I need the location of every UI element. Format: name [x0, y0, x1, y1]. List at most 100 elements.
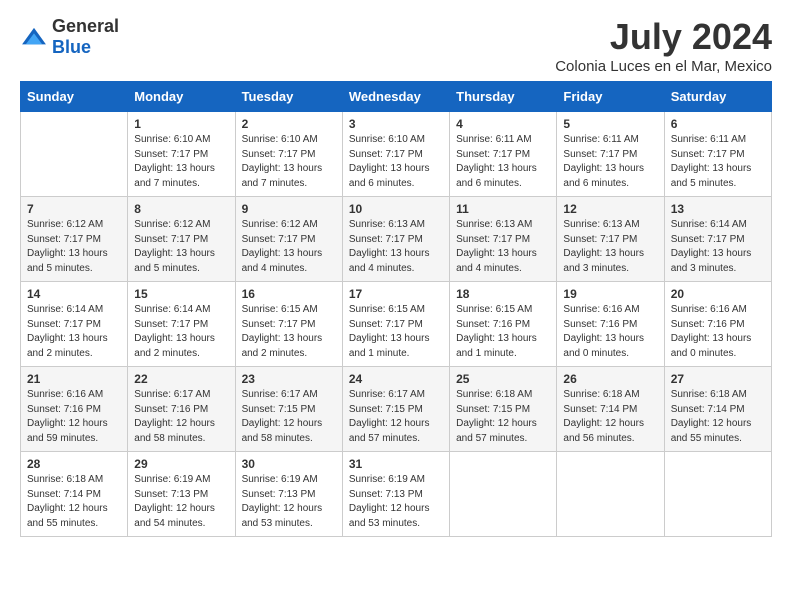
calendar-week-2: 7 Sunrise: 6:12 AMSunset: 7:17 PMDayligh… [21, 197, 772, 282]
day-number: 27 [671, 372, 765, 386]
calendar-cell: 16 Sunrise: 6:15 AMSunset: 7:17 PMDaylig… [235, 282, 342, 367]
calendar-cell: 10 Sunrise: 6:13 AMSunset: 7:17 PMDaylig… [342, 197, 449, 282]
calendar-cell: 18 Sunrise: 6:15 AMSunset: 7:16 PMDaylig… [450, 282, 557, 367]
day-info: Sunrise: 6:15 AMSunset: 7:17 PMDaylight:… [242, 304, 323, 359]
calendar-cell: 2 Sunrise: 6:10 AMSunset: 7:17 PMDayligh… [235, 112, 342, 197]
day-info: Sunrise: 6:13 AMSunset: 7:17 PMDaylight:… [349, 219, 430, 274]
day-info: Sunrise: 6:18 AMSunset: 7:14 PMDaylight:… [671, 389, 752, 444]
calendar-cell: 28 Sunrise: 6:18 AMSunset: 7:14 PMDaylig… [21, 452, 128, 537]
day-info: Sunrise: 6:17 AMSunset: 7:15 PMDaylight:… [349, 389, 430, 444]
calendar-cell: 7 Sunrise: 6:12 AMSunset: 7:17 PMDayligh… [21, 197, 128, 282]
calendar-cell: 30 Sunrise: 6:19 AMSunset: 7:13 PMDaylig… [235, 452, 342, 537]
day-number: 12 [563, 202, 657, 216]
day-number: 21 [27, 372, 121, 386]
day-info: Sunrise: 6:16 AMSunset: 7:16 PMDaylight:… [563, 304, 644, 359]
day-info: Sunrise: 6:13 AMSunset: 7:17 PMDaylight:… [563, 219, 644, 274]
day-number: 22 [134, 372, 228, 386]
calendar-cell [557, 452, 664, 537]
day-info: Sunrise: 6:19 AMSunset: 7:13 PMDaylight:… [349, 474, 430, 529]
day-number: 3 [349, 117, 443, 131]
day-number: 8 [134, 202, 228, 216]
day-info: Sunrise: 6:16 AMSunset: 7:16 PMDaylight:… [671, 304, 752, 359]
day-number: 28 [27, 457, 121, 471]
calendar-cell: 12 Sunrise: 6:13 AMSunset: 7:17 PMDaylig… [557, 197, 664, 282]
calendar-cell: 17 Sunrise: 6:15 AMSunset: 7:17 PMDaylig… [342, 282, 449, 367]
calendar-cell: 26 Sunrise: 6:18 AMSunset: 7:14 PMDaylig… [557, 367, 664, 452]
day-info: Sunrise: 6:12 AMSunset: 7:17 PMDaylight:… [134, 219, 215, 274]
calendar-cell: 6 Sunrise: 6:11 AMSunset: 7:17 PMDayligh… [664, 112, 771, 197]
calendar-cell: 5 Sunrise: 6:11 AMSunset: 7:17 PMDayligh… [557, 112, 664, 197]
day-info: Sunrise: 6:11 AMSunset: 7:17 PMDaylight:… [671, 134, 752, 189]
day-number: 2 [242, 117, 336, 131]
calendar-cell: 19 Sunrise: 6:16 AMSunset: 7:16 PMDaylig… [557, 282, 664, 367]
logo-text: General Blue [52, 16, 119, 58]
day-info: Sunrise: 6:10 AMSunset: 7:17 PMDaylight:… [242, 134, 323, 189]
calendar-cell: 14 Sunrise: 6:14 AMSunset: 7:17 PMDaylig… [21, 282, 128, 367]
day-info: Sunrise: 6:18 AMSunset: 7:14 PMDaylight:… [27, 474, 108, 529]
day-number: 20 [671, 287, 765, 301]
calendar-cell: 21 Sunrise: 6:16 AMSunset: 7:16 PMDaylig… [21, 367, 128, 452]
calendar-cell: 20 Sunrise: 6:16 AMSunset: 7:16 PMDaylig… [664, 282, 771, 367]
day-number: 23 [242, 372, 336, 386]
weekday-header-monday: Monday [128, 82, 235, 112]
day-number: 4 [456, 117, 550, 131]
day-info: Sunrise: 6:15 AMSunset: 7:16 PMDaylight:… [456, 304, 537, 359]
day-info: Sunrise: 6:11 AMSunset: 7:17 PMDaylight:… [456, 134, 537, 189]
calendar-cell: 11 Sunrise: 6:13 AMSunset: 7:17 PMDaylig… [450, 197, 557, 282]
calendar-cell: 15 Sunrise: 6:14 AMSunset: 7:17 PMDaylig… [128, 282, 235, 367]
day-number: 17 [349, 287, 443, 301]
day-number: 30 [242, 457, 336, 471]
calendar-week-5: 28 Sunrise: 6:18 AMSunset: 7:14 PMDaylig… [21, 452, 772, 537]
calendar-table: SundayMondayTuesdayWednesdayThursdayFrid… [20, 81, 772, 537]
calendar-cell: 25 Sunrise: 6:18 AMSunset: 7:15 PMDaylig… [450, 367, 557, 452]
day-number: 31 [349, 457, 443, 471]
day-info: Sunrise: 6:19 AMSunset: 7:13 PMDaylight:… [134, 474, 215, 529]
day-info: Sunrise: 6:14 AMSunset: 7:17 PMDaylight:… [671, 219, 752, 274]
calendar-cell [664, 452, 771, 537]
day-info: Sunrise: 6:13 AMSunset: 7:17 PMDaylight:… [456, 219, 537, 274]
calendar-cell: 27 Sunrise: 6:18 AMSunset: 7:14 PMDaylig… [664, 367, 771, 452]
calendar-cell: 8 Sunrise: 6:12 AMSunset: 7:17 PMDayligh… [128, 197, 235, 282]
day-number: 5 [563, 117, 657, 131]
day-info: Sunrise: 6:19 AMSunset: 7:13 PMDaylight:… [242, 474, 323, 529]
month-title: July 2024 [555, 16, 772, 58]
calendar-cell: 13 Sunrise: 6:14 AMSunset: 7:17 PMDaylig… [664, 197, 771, 282]
day-info: Sunrise: 6:14 AMSunset: 7:17 PMDaylight:… [27, 304, 108, 359]
logo-blue: Blue [52, 37, 91, 57]
day-info: Sunrise: 6:15 AMSunset: 7:17 PMDaylight:… [349, 304, 430, 359]
calendar-cell [21, 112, 128, 197]
day-number: 10 [349, 202, 443, 216]
calendar-cell: 22 Sunrise: 6:17 AMSunset: 7:16 PMDaylig… [128, 367, 235, 452]
day-number: 7 [27, 202, 121, 216]
calendar-week-4: 21 Sunrise: 6:16 AMSunset: 7:16 PMDaylig… [21, 367, 772, 452]
day-info: Sunrise: 6:17 AMSunset: 7:15 PMDaylight:… [242, 389, 323, 444]
day-info: Sunrise: 6:17 AMSunset: 7:16 PMDaylight:… [134, 389, 215, 444]
day-number: 25 [456, 372, 550, 386]
day-number: 9 [242, 202, 336, 216]
day-number: 6 [671, 117, 765, 131]
day-number: 11 [456, 202, 550, 216]
day-info: Sunrise: 6:10 AMSunset: 7:17 PMDaylight:… [349, 134, 430, 189]
weekday-header-friday: Friday [557, 82, 664, 112]
calendar-cell: 23 Sunrise: 6:17 AMSunset: 7:15 PMDaylig… [235, 367, 342, 452]
weekday-header-sunday: Sunday [21, 82, 128, 112]
calendar-cell: 31 Sunrise: 6:19 AMSunset: 7:13 PMDaylig… [342, 452, 449, 537]
calendar-cell: 29 Sunrise: 6:19 AMSunset: 7:13 PMDaylig… [128, 452, 235, 537]
calendar-cell: 4 Sunrise: 6:11 AMSunset: 7:17 PMDayligh… [450, 112, 557, 197]
weekday-header-tuesday: Tuesday [235, 82, 342, 112]
logo-general: General [52, 16, 119, 36]
page-header: General Blue July 2024 Colonia Luces en … [20, 16, 772, 75]
day-number: 29 [134, 457, 228, 471]
day-number: 18 [456, 287, 550, 301]
logo: General Blue [20, 16, 119, 58]
day-number: 13 [671, 202, 765, 216]
logo-icon [20, 26, 48, 48]
day-number: 14 [27, 287, 121, 301]
day-number: 16 [242, 287, 336, 301]
calendar-week-3: 14 Sunrise: 6:14 AMSunset: 7:17 PMDaylig… [21, 282, 772, 367]
day-info: Sunrise: 6:18 AMSunset: 7:15 PMDaylight:… [456, 389, 537, 444]
calendar-cell: 24 Sunrise: 6:17 AMSunset: 7:15 PMDaylig… [342, 367, 449, 452]
calendar-cell: 9 Sunrise: 6:12 AMSunset: 7:17 PMDayligh… [235, 197, 342, 282]
location-title: Colonia Luces en el Mar, Mexico [555, 58, 772, 75]
day-number: 1 [134, 117, 228, 131]
